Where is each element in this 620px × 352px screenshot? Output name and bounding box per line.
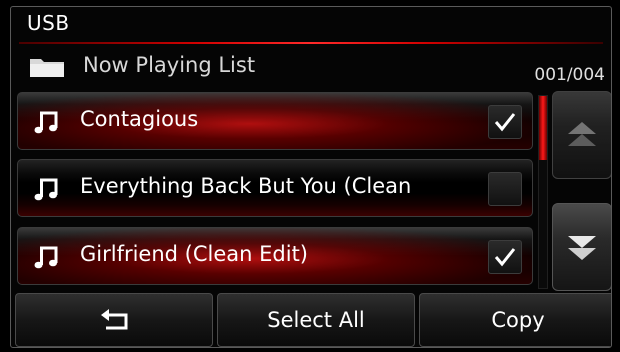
scroll-up-icon — [568, 122, 596, 146]
music-note-icon — [34, 178, 58, 201]
scroll-up-button[interactable] — [552, 91, 611, 179]
scroll-down-icon — [568, 236, 596, 260]
page-title: USB — [27, 11, 70, 35]
track-label: Everything Back But You (Clean — [80, 174, 412, 198]
track-checkbox[interactable] — [488, 172, 522, 206]
track-label: Contagious — [80, 107, 199, 131]
track-item-girlfriend[interactable]: Girlfriend (Clean Edit) — [17, 227, 533, 285]
music-note-icon — [34, 111, 58, 134]
track-checkbox[interactable] — [488, 105, 522, 139]
track-item-contagious[interactable]: Contagious — [17, 92, 533, 150]
scrollbar[interactable] — [538, 95, 548, 289]
scroll-down-button[interactable] — [552, 203, 611, 291]
folder-label: Now Playing List — [83, 53, 256, 77]
checkmark-icon — [494, 113, 516, 132]
back-arrow-icon — [101, 309, 128, 330]
checkmark-icon — [494, 248, 516, 267]
scrollbar-thumb[interactable] — [539, 96, 547, 160]
title-divider — [19, 42, 603, 44]
track-counter: 001/004 — [534, 65, 605, 85]
footer-bar: Select All Copy — [11, 293, 611, 347]
track-item-everything-back-but-you[interactable]: Everything Back But You (Clean — [17, 159, 533, 217]
copy-button[interactable]: Copy — [419, 293, 611, 347]
track-checkbox[interactable] — [488, 240, 522, 274]
usb-screen: USB Now Playing List 001/004 Contagious — [10, 6, 612, 348]
select-all-button[interactable]: Select All — [217, 293, 415, 347]
back-button[interactable] — [15, 293, 213, 347]
music-note-icon — [34, 246, 58, 269]
folder-icon — [30, 59, 64, 77]
track-label: Girlfriend (Clean Edit) — [80, 242, 308, 266]
